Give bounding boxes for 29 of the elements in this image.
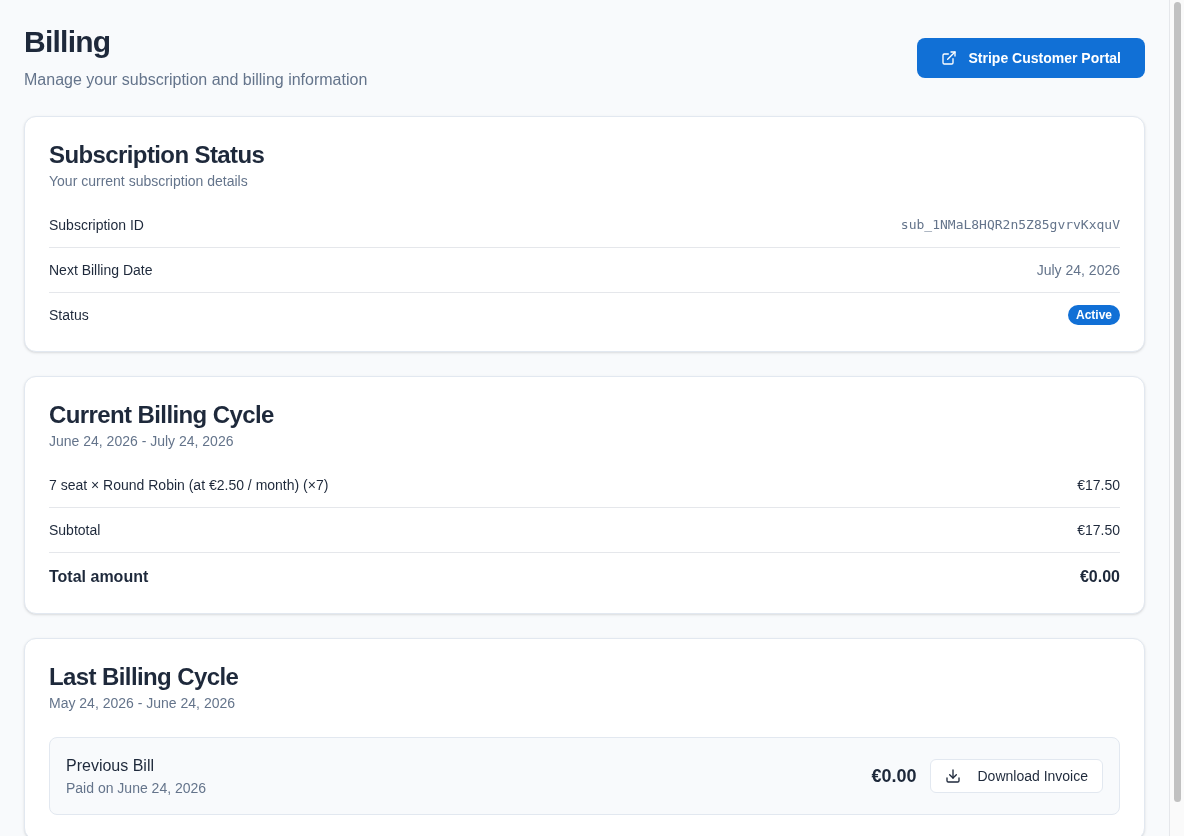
bill-title: Previous Bill (66, 756, 156, 776)
line-amount: €17.50 (1077, 476, 1120, 495)
portal-button[interactable]: Stripe Customer Portal (916, 38, 1145, 78)
card-title: Last Billing Cycle (49, 663, 240, 691)
billing-period: June 24, 2026 - July 24, 2026 (49, 432, 235, 451)
paid-date: Paid on June 24, 2026 (66, 779, 207, 798)
row-value: July 24, 2026 (1036, 261, 1120, 280)
page-title: Billing (24, 24, 112, 60)
card-title: Current Billing Cycle (49, 401, 275, 429)
line-amount: €17.50 (1077, 521, 1120, 540)
scrollbar-thumb[interactable] (1173, 2, 1181, 802)
subscription-id: sub_1NMaL8HQR2n5Z85gvrvKxquV (900, 216, 1120, 234)
line-amount: €0.00 (1079, 567, 1120, 587)
row-label: Next Billing Date (49, 261, 153, 280)
status-badge: Active (1067, 305, 1120, 325)
download-icon (945, 768, 962, 784)
bill-amount: €0.00 (871, 765, 917, 788)
billing-period: May 24, 2026 - June 24, 2026 (49, 694, 237, 713)
row-label: Subscription ID (49, 216, 144, 235)
line-label: 7 seat × Round Robin (at €2.50 / month) (×7) (49, 476, 329, 495)
scrollbar[interactable] (1169, 0, 1184, 836)
page-subtitle: Manage your subscription and billing information (24, 70, 368, 90)
line-label: Total amount (49, 567, 149, 587)
card-subtitle: Your current subscription details (49, 172, 249, 191)
row-label: Status (49, 306, 89, 325)
download-invoice-button[interactable]: Download Invoice (930, 759, 1103, 793)
line-label: Subtotal (49, 521, 101, 540)
card-title: Subscription Status (49, 141, 266, 169)
external-link-icon (940, 50, 957, 66)
